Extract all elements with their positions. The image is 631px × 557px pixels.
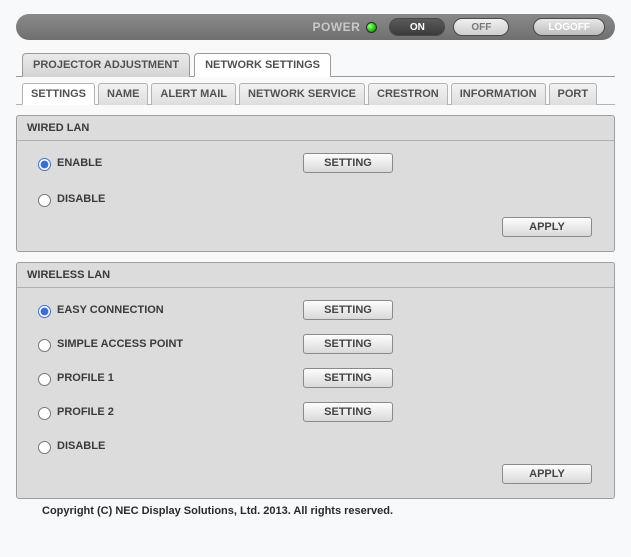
top-bar: POWER ON OFF LOGOFF	[16, 14, 615, 40]
tab-projector-adjustment[interactable]: PROJECTOR ADJUSTMENT	[22, 53, 190, 77]
power-on-button[interactable]: ON	[389, 18, 445, 36]
logoff-button[interactable]: LOGOFF	[533, 18, 605, 36]
panel-wireless-lan: WIRELESS LAN EASY CONNECTION SETTING SIM…	[16, 262, 615, 499]
power-off-button[interactable]: OFF	[453, 18, 509, 36]
wireless-profile2-label: PROFILE 2	[57, 406, 114, 418]
tab-name[interactable]: NAME	[98, 83, 148, 105]
wireless-profile1-label: PROFILE 1	[57, 372, 114, 384]
wireless-sap-setting-button[interactable]: SETTING	[303, 334, 393, 354]
panel-wired-lan: WIRED LAN ENABLE SETTING DISABLE APPLY	[16, 115, 615, 252]
wireless-easy-label: EASY CONNECTION	[57, 304, 164, 316]
panel-title-wired: WIRED LAN	[17, 116, 614, 141]
tabs-secondary: SETTINGS NAME ALERT MAIL NETWORK SERVICE…	[16, 82, 615, 105]
wireless-disable-option[interactable]: DISABLE	[33, 438, 303, 454]
tab-alert-mail[interactable]: ALERT MAIL	[151, 83, 236, 105]
wireless-profile2-radio[interactable]	[38, 407, 51, 420]
wireless-sap-label: SIMPLE ACCESS POINT	[57, 338, 183, 350]
tab-crestron[interactable]: CRESTRON	[368, 83, 448, 105]
wired-enable-option[interactable]: ENABLE	[33, 155, 303, 171]
wireless-easy-option[interactable]: EASY CONNECTION	[33, 302, 303, 318]
wireless-disable-label: DISABLE	[57, 440, 105, 452]
wired-enable-radio[interactable]	[38, 158, 51, 171]
tab-network-settings[interactable]: NETWORK SETTINGS	[194, 53, 331, 77]
wireless-easy-setting-button[interactable]: SETTING	[303, 300, 393, 320]
wired-enable-setting-button[interactable]: SETTING	[303, 153, 393, 173]
wired-enable-label: ENABLE	[57, 157, 102, 169]
wireless-sap-radio[interactable]	[38, 339, 51, 352]
wired-disable-label: DISABLE	[57, 193, 105, 205]
tab-information[interactable]: INFORMATION	[451, 83, 546, 105]
power-label: POWER	[312, 20, 360, 34]
wireless-sap-option[interactable]: SIMPLE ACCESS POINT	[33, 336, 303, 352]
wireless-apply-button[interactable]: APPLY	[502, 464, 592, 484]
tab-network-service[interactable]: NETWORK SERVICE	[239, 83, 365, 105]
tab-settings[interactable]: SETTINGS	[22, 83, 95, 105]
power-led-icon	[366, 22, 377, 33]
wired-apply-button[interactable]: APPLY	[502, 217, 592, 237]
wireless-profile1-setting-button[interactable]: SETTING	[303, 368, 393, 388]
wired-disable-radio[interactable]	[38, 194, 51, 207]
wireless-profile2-option[interactable]: PROFILE 2	[33, 404, 303, 420]
tab-port[interactable]: PORT	[549, 83, 598, 105]
wired-disable-option[interactable]: DISABLE	[33, 191, 303, 207]
wireless-disable-radio[interactable]	[38, 441, 51, 454]
wireless-profile2-setting-button[interactable]: SETTING	[303, 402, 393, 422]
wireless-profile1-radio[interactable]	[38, 373, 51, 386]
panel-title-wireless: WIRELESS LAN	[17, 263, 614, 288]
wireless-easy-radio[interactable]	[38, 305, 51, 318]
copyright-text: Copyright (C) NEC Display Solutions, Ltd…	[16, 499, 615, 517]
wireless-profile1-option[interactable]: PROFILE 1	[33, 370, 303, 386]
tabs-primary: PROJECTOR ADJUSTMENT NETWORK SETTINGS	[16, 52, 615, 77]
